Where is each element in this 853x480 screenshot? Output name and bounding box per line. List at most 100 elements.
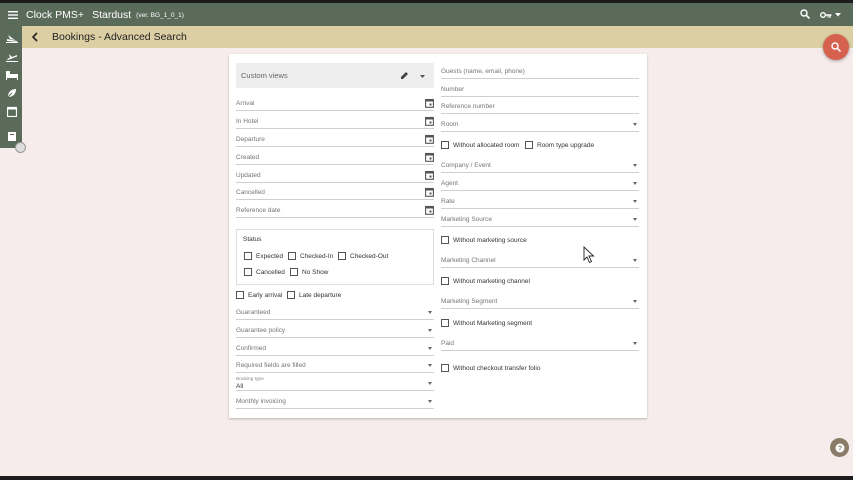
advanced-search-form: Custom views Arrival In Hotel Departure … — [229, 54, 647, 418]
reference-date-field[interactable]: Reference date — [236, 204, 434, 218]
calendar-icon[interactable] — [425, 187, 434, 199]
without-checkout-transfer-folio-checkbox[interactable]: Without checkout transfer folio — [441, 364, 540, 372]
marketing-segment-label: Marketing Segment — [441, 298, 498, 305]
key-icon[interactable] — [820, 11, 841, 19]
calendar-icon[interactable] — [425, 170, 434, 182]
chevron-down-icon[interactable] — [420, 74, 426, 81]
company-event-select[interactable]: Company / Event — [441, 159, 639, 173]
updated-date-field[interactable]: Updated — [236, 169, 434, 183]
room-type-upgrade-checkbox[interactable]: Room type upgrade — [525, 141, 594, 149]
hotel-name: Stardust — [92, 8, 132, 21]
rate-label: Rate — [441, 198, 455, 205]
help-button[interactable]: ? — [830, 438, 849, 457]
dropdown-arrow-icon — [428, 364, 432, 367]
calendar-icon[interactable] — [5, 105, 18, 118]
without-marketing-source-checkbox[interactable]: Without marketing source — [441, 236, 527, 244]
guaranteed-select[interactable]: Guaranteed — [236, 306, 434, 320]
sidebar-collapse-handle[interactable] — [15, 142, 26, 153]
without-marketing-segment-checkbox[interactable]: Without Marketing segment — [441, 319, 532, 327]
calendar-icon[interactable] — [425, 152, 434, 164]
paid-select[interactable]: Paid — [441, 337, 639, 351]
late-departure-checkbox[interactable]: Late departure — [287, 291, 341, 299]
status-group: Status Expected Checked-In Checked-Out C… — [236, 229, 434, 285]
custom-views-select[interactable]: Custom views — [236, 63, 434, 88]
booking-type-label: Booking type — [236, 377, 264, 382]
status-checked-in-checkbox[interactable]: Checked-In — [288, 252, 333, 260]
window-bottom-edge — [0, 476, 853, 480]
confirmed-select[interactable]: Confirmed — [236, 342, 434, 356]
paid-label: Paid — [441, 340, 455, 347]
created-label: Created — [236, 154, 260, 161]
confirmed-label: Confirmed — [236, 345, 266, 352]
without-allocated-room-checkbox[interactable]: Without allocated room — [441, 141, 519, 149]
back-arrow-icon[interactable] — [22, 26, 48, 48]
created-date-field[interactable]: Created — [236, 151, 434, 165]
calendar-icon[interactable] — [425, 116, 434, 128]
guarantee-policy-label: Guarantee policy — [236, 327, 286, 334]
required-fields-select[interactable]: Required fields are filled — [236, 359, 434, 373]
monthly-invoicing-select[interactable]: Monthly invoicing — [236, 395, 434, 409]
guarantee-policy-select[interactable]: Guarantee policy — [236, 324, 434, 338]
svg-text:?: ? — [837, 445, 841, 452]
agent-label: Agent — [441, 180, 458, 187]
calendar-icon[interactable] — [425, 98, 434, 110]
marketing-channel-label: Marketing Channel — [441, 257, 496, 264]
pencil-icon[interactable] — [400, 71, 409, 82]
custom-views-label: Custom views — [241, 71, 288, 80]
rate-select[interactable]: Rate — [441, 195, 639, 209]
marketing-channel-select[interactable]: Marketing Channel — [441, 254, 639, 268]
reference-number-input[interactable]: Reference number — [441, 100, 639, 114]
late-departure-label: Late departure — [299, 291, 342, 299]
marketing-source-select[interactable]: Marketing Source — [441, 213, 639, 227]
app-toolbar: Clock PMS+ Stardust (ver. BG_1_0_1) — [0, 3, 853, 26]
chevron-down-icon[interactable] — [835, 12, 841, 17]
dropdown-arrow-icon — [633, 200, 637, 203]
without-allocated-room-label: Without allocated room — [453, 141, 520, 149]
dropdown-arrow-icon — [633, 342, 637, 345]
booking-type-select[interactable]: Booking type All — [236, 375, 434, 391]
search-icon[interactable] — [800, 8, 811, 21]
guests-input[interactable]: Guests (name, email, phone) — [441, 65, 639, 79]
no-show-label: No Show — [302, 268, 329, 276]
room-label: Room — [441, 121, 459, 128]
status-expected-checkbox[interactable]: Expected — [244, 252, 283, 260]
without-marketing-segment-label: Without Marketing segment — [453, 319, 533, 327]
cancelled-date-field[interactable]: Cancelled — [236, 186, 434, 200]
departure-date-field[interactable]: Departure — [236, 133, 434, 147]
early-arrival-checkbox[interactable]: Early arrival — [236, 291, 282, 299]
page-header: Bookings - Advanced Search — [22, 26, 853, 48]
guaranteed-label: Guaranteed — [236, 309, 271, 316]
status-no-show-checkbox[interactable]: No Show — [290, 268, 328, 276]
plane-landing-icon[interactable] — [5, 31, 18, 44]
calendar-icon[interactable] — [425, 205, 434, 217]
dropdown-arrow-icon — [633, 164, 637, 167]
dropdown-arrow-icon — [428, 329, 432, 332]
room-select[interactable]: Room — [441, 118, 639, 132]
marketing-segment-select[interactable]: Marketing Segment — [441, 295, 639, 309]
search-button[interactable] — [823, 34, 849, 60]
bed-icon[interactable] — [5, 69, 18, 82]
number-placeholder: Number — [441, 86, 465, 93]
without-checkout-transfer-folio-label: Without checkout transfer folio — [453, 364, 541, 372]
leaf-icon[interactable] — [5, 87, 18, 100]
number-input[interactable]: Number — [441, 83, 639, 97]
menu-icon[interactable] — [0, 3, 26, 26]
book-icon[interactable] — [5, 130, 18, 143]
in-hotel-date-field[interactable]: In Hotel — [236, 115, 434, 129]
arrival-date-field[interactable]: Arrival — [236, 97, 434, 111]
plane-takeoff-icon[interactable] — [5, 50, 18, 63]
booking-type-value: All — [236, 383, 244, 390]
guests-placeholder: Guests (name, email, phone) — [441, 68, 525, 75]
page-title: Bookings - Advanced Search — [52, 31, 187, 43]
dropdown-arrow-icon — [633, 123, 637, 126]
status-checked-out-checkbox[interactable]: Checked-Out — [338, 252, 388, 260]
calendar-icon[interactable] — [425, 134, 434, 146]
status-cancelled-checkbox[interactable]: Cancelled — [244, 268, 285, 276]
dropdown-arrow-icon — [428, 400, 432, 403]
in-hotel-label: In Hotel — [236, 118, 259, 125]
dropdown-arrow-icon — [633, 300, 637, 303]
mouse-cursor-icon — [583, 246, 595, 264]
without-marketing-channel-checkbox[interactable]: Without marketing channel — [441, 277, 530, 285]
agent-select[interactable]: Agent — [441, 177, 639, 191]
expected-label: Expected — [256, 252, 284, 260]
